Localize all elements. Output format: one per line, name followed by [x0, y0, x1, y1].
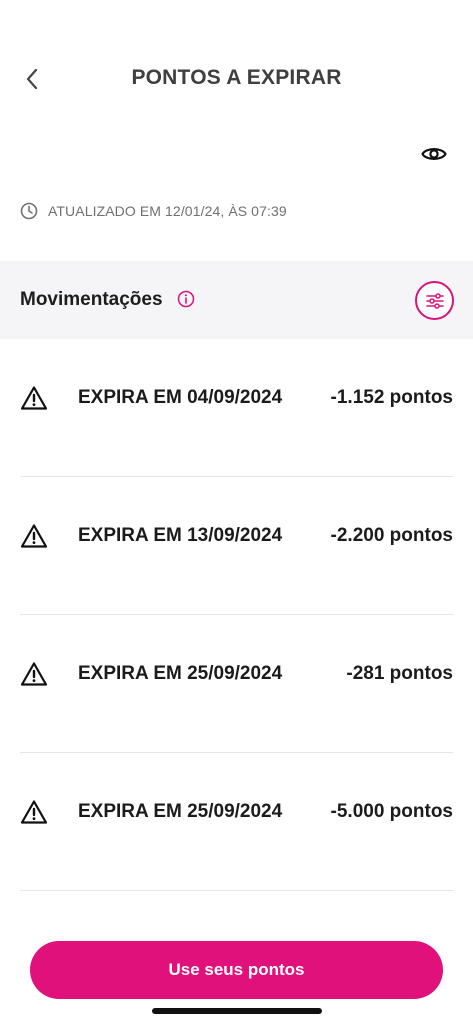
- points-amount: -2.200 pontos: [330, 525, 453, 546]
- info-icon: [177, 290, 195, 308]
- warning-icon: [20, 386, 48, 410]
- list-item[interactable]: EXPIRA EM 25/09/2024 -281 pontos: [0, 615, 473, 753]
- sliders-icon: [425, 292, 444, 309]
- expiration-label: EXPIRA EM 04/09/2024: [78, 387, 283, 408]
- expiration-label: EXPIRA EM 25/09/2024: [78, 801, 283, 822]
- list-item[interactable]: EXPIRA EM 25/09/2024 -5.000 pontos: [0, 753, 473, 891]
- page-title: PONTOS A EXPIRAR: [131, 66, 342, 89]
- last-updated-text: ATUALIZADO EM 12/01/24, ÀS 07:39: [48, 203, 287, 219]
- use-points-button[interactable]: Use seus pontos: [30, 941, 443, 999]
- movements-section-header: Movimentações: [0, 261, 473, 339]
- section-title: Movimentações: [20, 289, 163, 310]
- points-amount: -1.152 pontos: [330, 387, 453, 408]
- points-amount: -5.000 pontos: [330, 801, 453, 822]
- divider: [20, 890, 453, 891]
- info-button[interactable]: [177, 290, 195, 308]
- movements-list: EXPIRA EM 04/09/2024 -1.152 pontos EXPIR…: [0, 339, 473, 891]
- eye-icon: [421, 148, 447, 160]
- points-amount: -281 pontos: [346, 663, 453, 684]
- home-indicator[interactable]: [152, 1008, 322, 1014]
- expiration-label: EXPIRA EM 25/09/2024: [78, 663, 283, 684]
- toggle-visibility-button[interactable]: [418, 140, 450, 168]
- warning-icon: [20, 524, 48, 548]
- expiration-label: EXPIRA EM 13/09/2024: [78, 525, 283, 546]
- clock-icon: [20, 202, 38, 220]
- header: PONTOS A EXPIRAR: [0, 0, 473, 130]
- last-updated: ATUALIZADO EM 12/01/24, ÀS 07:39: [20, 202, 287, 220]
- list-item[interactable]: EXPIRA EM 13/09/2024 -2.200 pontos: [0, 477, 473, 615]
- warning-icon: [20, 800, 48, 824]
- warning-icon: [20, 662, 48, 686]
- list-item[interactable]: EXPIRA EM 04/09/2024 -1.152 pontos: [0, 339, 473, 477]
- filter-button[interactable]: [415, 281, 454, 320]
